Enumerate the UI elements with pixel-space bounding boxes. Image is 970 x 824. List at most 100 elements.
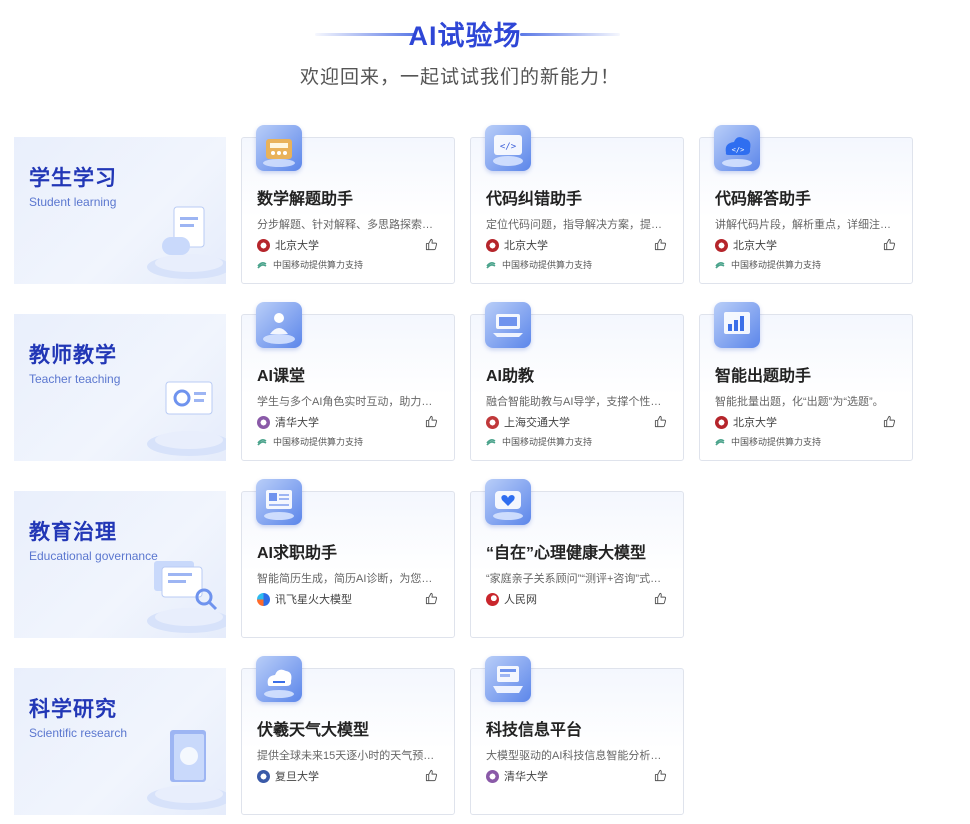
card-description: 融合智能助教与AI导学，支撑个性… bbox=[486, 396, 662, 408]
category-title: 科学研究 bbox=[29, 698, 117, 721]
code-window-icon: </> bbox=[485, 125, 531, 171]
category-panel: 教育治理 Educational governance bbox=[14, 491, 226, 638]
app-card[interactable]: AI求职助手智能简历生成，简历AI诊断，为您… 讯飞星火大模型 bbox=[241, 479, 455, 638]
card-organization: 讯飞星火大模型 bbox=[257, 592, 352, 606]
card-title: 伏羲天气大模型 bbox=[257, 722, 370, 739]
classroom-person-icon bbox=[256, 302, 302, 348]
app-card[interactable]: AI课堂 学生与多个AI角色实时互动，助力… 清华大学 中国移动提供算力支持 bbox=[241, 302, 455, 461]
organization-logo-icon bbox=[486, 592, 499, 606]
category-panel: 科学研究 Scientific research bbox=[14, 668, 226, 815]
organization-name: 人民网 bbox=[504, 594, 537, 606]
organization-name: 上海交通大学 bbox=[504, 417, 570, 429]
card-organization: 上海交通大学 bbox=[486, 415, 570, 429]
card-description: 学生与多个AI角色实时互动，助力… bbox=[257, 396, 433, 408]
organization-logo-icon bbox=[257, 592, 270, 606]
app-card[interactable]: 伏羲天气大模型提供全球未来15天逐小时的天气预… 复旦大学 bbox=[241, 656, 455, 815]
compute-support-note: 中国移动提供算力支持 bbox=[257, 435, 363, 448]
card-title: “自在”心理健康大模型 bbox=[486, 545, 647, 562]
card-description: 智能批量出题，化“出题”为“选题”。 bbox=[715, 396, 884, 408]
organization-logo-icon bbox=[257, 238, 270, 252]
title-decoration-right bbox=[520, 33, 620, 36]
thumbs-up-icon[interactable] bbox=[425, 592, 438, 605]
organization-logo-icon bbox=[715, 415, 728, 429]
compute-support-note: 中国移动提供算力支持 bbox=[715, 435, 821, 448]
thumbs-up-icon[interactable] bbox=[654, 238, 667, 251]
category-title: 教育治理 bbox=[29, 521, 117, 544]
category-subtitle: Scientific research bbox=[29, 726, 128, 740]
china-mobile-logo-icon bbox=[715, 438, 725, 446]
thumbs-up-icon[interactable] bbox=[883, 238, 896, 251]
compute-support-text: 中国移动提供算力支持 bbox=[731, 260, 822, 270]
card-organization: 人民网 bbox=[486, 592, 537, 606]
app-card[interactable]: 智能出题助手 智能批量出题，化“出题”为“选题”。 北京大学 中国移动提供算力支持 bbox=[699, 302, 913, 461]
cloud-code-icon: </> bbox=[714, 125, 760, 171]
app-card[interactable]: “自在”心理健康大模型 “家庭亲子关系顾问”“测评+咨询”式… 人民网 bbox=[470, 479, 684, 638]
page-title: AI试验场 bbox=[408, 21, 522, 51]
card-description: 提供全球未来15天逐小时的天气预… bbox=[257, 750, 435, 762]
compute-support-note: 中国移动提供算力支持 bbox=[715, 258, 821, 271]
card-description: 讲解代码片段，解析重点，详细注… bbox=[715, 219, 891, 231]
card-description: 分步解题、针对解释、多思路探索… bbox=[257, 219, 433, 231]
category-panel: 教师教学 Teacher teaching bbox=[14, 314, 226, 461]
card-organization: 清华大学 bbox=[486, 769, 548, 783]
card-title: AI助教 bbox=[486, 368, 535, 385]
app-card[interactable]: </> 代码解答助手讲解代码片段，解析重点，详细注… 北京大学中国移动提供算力支持 bbox=[699, 125, 913, 284]
organization-logo-icon bbox=[486, 769, 499, 783]
organization-name: 北京大学 bbox=[504, 240, 548, 252]
weather-cloud-icon bbox=[256, 656, 302, 702]
app-card[interactable]: 数学解题助手分步解题、针对解释、多思路探索… 北京大学中国移动提供算力支持 bbox=[241, 125, 455, 284]
app-card[interactable]: </> 代码纠错助手定位代码问题，指导解决方案，提… 北京大学中国移动提供算力支持 bbox=[470, 125, 684, 284]
card-organization: 清华大学 bbox=[257, 415, 319, 429]
page-subtitle: 欢迎回来，一起试试我们的新能力！ bbox=[299, 67, 620, 88]
card-organization: 复旦大学 bbox=[257, 769, 319, 783]
svg-text:</>: </> bbox=[732, 146, 745, 154]
compute-support-text: 中国移动提供算力支持 bbox=[502, 260, 593, 270]
thumbs-up-icon[interactable] bbox=[425, 238, 438, 251]
category-panel: 学生学习 Student learning bbox=[14, 137, 226, 284]
china-mobile-logo-icon bbox=[257, 261, 267, 269]
card-description: 大模型驱动的AI科技信息智能分析… bbox=[486, 750, 662, 762]
compute-support-text: 中国移动提供算力支持 bbox=[273, 437, 364, 447]
card-organization: 北京大学 bbox=[486, 238, 548, 252]
compute-support-text: 中国移动提供算力支持 bbox=[731, 437, 822, 447]
thumbs-up-icon[interactable] bbox=[425, 769, 438, 782]
thumbs-up-icon[interactable] bbox=[654, 592, 667, 605]
organization-name: 清华大学 bbox=[275, 417, 319, 429]
card-title: 科技信息平台 bbox=[486, 722, 583, 739]
category-title: 教师教学 bbox=[29, 344, 117, 367]
page-header: AI试验场 欢迎回来，一起试试我们的新能力！ bbox=[0, 0, 970, 100]
compute-support-text: 中国移动提供算力支持 bbox=[273, 260, 364, 270]
organization-name: 讯飞星火大模型 bbox=[275, 594, 352, 606]
category-subtitle: Student learning bbox=[29, 195, 117, 209]
china-mobile-logo-icon bbox=[486, 261, 496, 269]
organization-logo-icon bbox=[257, 415, 270, 429]
svg-text:</>: </> bbox=[500, 142, 517, 152]
organization-logo-icon bbox=[715, 238, 728, 252]
organization-name: 北京大学 bbox=[733, 417, 777, 429]
thumbs-up-icon[interactable] bbox=[425, 415, 438, 428]
app-card[interactable]: 科技信息平台大模型驱动的AI科技信息智能分析… 清华大学 bbox=[470, 656, 684, 815]
heart-chat-icon bbox=[485, 479, 531, 525]
app-card[interactable]: AI助教融合智能助教与AI导学，支撑个性… 上海交通大学中国移动提供算力支持 bbox=[470, 302, 684, 461]
resume-screen-icon bbox=[256, 479, 302, 525]
card-description: 定位代码问题，指导解决方案，提… bbox=[486, 219, 662, 231]
thumbs-up-icon[interactable] bbox=[654, 415, 667, 428]
organization-name: 北京大学 bbox=[733, 240, 777, 252]
card-organization: 北京大学 bbox=[715, 415, 777, 429]
category-title: 学生学习 bbox=[29, 167, 117, 190]
compute-support-text: 中国移动提供算力支持 bbox=[502, 437, 593, 447]
compute-support-note: 中国移动提供算力支持 bbox=[257, 258, 363, 271]
organization-name: 北京大学 bbox=[275, 240, 319, 252]
compute-support-note: 中国移动提供算力支持 bbox=[486, 258, 592, 271]
organization-name: 复旦大学 bbox=[275, 771, 319, 783]
card-title: 数学解题助手 bbox=[257, 191, 354, 208]
card-title: AI求职助手 bbox=[257, 545, 338, 562]
card-title: 代码解答助手 bbox=[715, 191, 812, 208]
thumbs-up-icon[interactable] bbox=[654, 769, 667, 782]
organization-logo-icon bbox=[486, 415, 499, 429]
thumbs-up-icon[interactable] bbox=[883, 415, 896, 428]
card-description: “家庭亲子关系顾问”“测评+咨询”式… bbox=[486, 573, 662, 585]
card-description: 智能简历生成，简历AI诊断，为您… bbox=[257, 573, 433, 585]
card-organization: 北京大学 bbox=[715, 238, 777, 252]
card-title: 代码纠错助手 bbox=[486, 191, 583, 208]
